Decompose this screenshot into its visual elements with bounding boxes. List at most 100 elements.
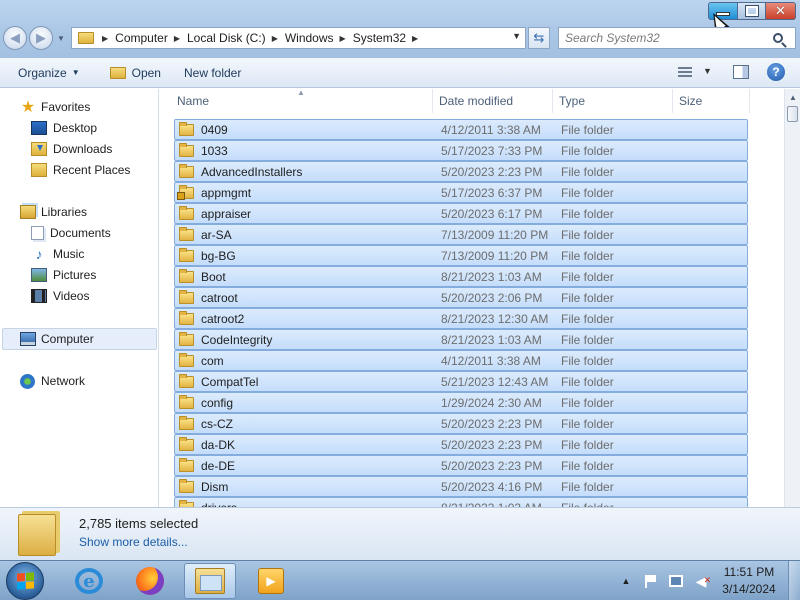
address-bar[interactable]: ▶ Computer ▶ Local Disk (C:) ▶ Windows ▶… [71, 27, 526, 49]
nav-videos[interactable]: Videos [31, 286, 89, 306]
file-list: ▲ Name Date modified Type Size 0409 4/12/… [160, 89, 784, 507]
help-icon[interactable]: ? [767, 63, 785, 81]
volume-muted-icon[interactable]: ◀ [693, 573, 711, 589]
show-hidden-icons-icon[interactable]: ▲ [618, 573, 634, 589]
chevron-right-icon[interactable]: ▶ [102, 34, 108, 43]
column-header-date[interactable]: Date modified [433, 89, 553, 113]
breadcrumb-windows[interactable]: Windows [285, 31, 334, 45]
table-row[interactable]: com 4/12/2011 3:38 AM File folder [174, 350, 748, 371]
folder-icon [179, 268, 194, 283]
vertical-scrollbar[interactable]: ▲ [784, 89, 800, 507]
breadcrumb-local-disk[interactable]: Local Disk (C:) [187, 31, 266, 45]
chevron-right-icon[interactable]: ▶ [340, 34, 346, 43]
breadcrumb-system32[interactable]: System32 [353, 31, 406, 45]
chevron-right-icon[interactable]: ▶ [272, 34, 278, 43]
file-date-modified: 5/20/2023 6:17 PM [441, 206, 543, 221]
view-options-dropdown[interactable]: ▼ [703, 66, 712, 76]
nav-downloads[interactable]: Downloads [31, 139, 112, 159]
close-button[interactable]: ✕ [766, 2, 796, 20]
chevron-right-icon[interactable]: ▶ [174, 34, 180, 43]
table-row[interactable]: CompatTel 5/21/2023 12:43 AM File folder [174, 371, 748, 392]
nav-libraries[interactable]: Libraries [20, 202, 87, 222]
taskbar-windows-explorer[interactable] [184, 563, 236, 599]
table-row[interactable]: catroot2 8/21/2023 12:30 AM File folder [174, 308, 748, 329]
folder-icon [179, 247, 194, 262]
new-folder-button[interactable]: New folder [184, 58, 241, 88]
folder-icon [179, 142, 194, 157]
column-header-size[interactable]: Size [673, 89, 750, 113]
nav-desktop[interactable]: Desktop [31, 118, 97, 138]
column-date-label: Date modified [439, 94, 514, 108]
taskbar-firefox[interactable] [124, 563, 176, 599]
nav-documents[interactable]: Documents [31, 223, 111, 243]
nav-music[interactable]: ♪ Music [31, 244, 85, 264]
column-name-label: Name [177, 94, 210, 108]
preview-pane-icon[interactable] [733, 65, 749, 79]
table-row[interactable]: drivers8/21/2023 1:03 AMFile folder [174, 497, 748, 507]
table-row[interactable]: AdvancedInstallers 5/20/2023 2:23 PM File … [174, 161, 748, 182]
file-type: File folder [561, 164, 614, 179]
table-row[interactable]: Dism 5/20/2023 4:16 PM File folder [174, 476, 748, 497]
address-dropdown-icon[interactable]: ▼ [512, 31, 521, 41]
taskbar-media-player[interactable]: ▶ [245, 563, 297, 599]
table-row[interactable]: da-DK 5/20/2023 2:23 PM File folder [174, 434, 748, 455]
nav-network[interactable]: Network [20, 371, 85, 391]
table-row[interactable]: de-DE 5/20/2023 2:23 PM File folder [174, 455, 748, 476]
open-folder-icon [109, 66, 126, 79]
folder-icon [179, 415, 194, 430]
file-name: Boot [201, 269, 226, 284]
organize-label: Organize [18, 65, 67, 80]
show-more-details-link[interactable]: Show more details... [79, 535, 188, 549]
nav-favorites[interactable]: ★ Favorites [20, 97, 91, 117]
change-view-icon[interactable] [678, 67, 692, 78]
table-row[interactable]: appmgmt 5/17/2023 6:37 PM File folder [174, 182, 748, 203]
table-row[interactable]: appraiser 5/20/2023 6:17 PM File folder [174, 203, 748, 224]
table-row[interactable]: config 1/29/2024 2:30 AM File folder [174, 392, 748, 413]
search-box[interactable] [558, 27, 796, 49]
breadcrumb-computer[interactable]: Computer [115, 31, 168, 45]
show-desktop-button[interactable] [788, 561, 800, 600]
recent-pages-dropdown[interactable]: ▼ [57, 34, 65, 43]
back-button[interactable]: ◀ [3, 26, 27, 50]
network-tray-icon[interactable] [668, 573, 684, 589]
table-row[interactable]: CodeIntegrity 8/21/2023 1:03 AM File folde… [174, 329, 748, 350]
organize-button[interactable]: Organize ▼ [18, 58, 80, 88]
table-row[interactable]: bg-BG 7/13/2009 11:20 PM File folder [174, 245, 748, 266]
scrollbar-thumb[interactable] [787, 106, 798, 122]
window-header: ✕ ◀ ▶ ▼ ▶ Computer ▶ Local Disk (C:) ▶ W… [0, 0, 800, 58]
table-row[interactable]: cs-CZ 5/20/2023 2:23 PM File folder [174, 413, 748, 434]
file-date-modified: 5/17/2023 7:33 PM [441, 143, 543, 158]
nav-pictures[interactable]: Pictures [31, 265, 96, 285]
forward-button[interactable]: ▶ [29, 26, 53, 50]
search-input[interactable] [559, 31, 769, 45]
folder-icon [179, 310, 194, 325]
table-row[interactable]: catroot 5/20/2023 2:06 PM File folder [174, 287, 748, 308]
table-row[interactable]: 0409 4/12/2011 3:38 AM File folder [174, 119, 748, 140]
file-date-modified: 5/21/2023 12:43 AM [441, 374, 549, 389]
nav-recent-places[interactable]: Recent Places [31, 160, 130, 180]
nav-videos-label: Videos [53, 289, 90, 303]
file-type: File folder [561, 353, 614, 368]
column-header-name[interactable]: ▲ Name [160, 89, 433, 113]
chevron-right-icon[interactable]: ▶ [412, 34, 418, 43]
search-icon[interactable] [773, 33, 783, 43]
file-name: de-DE [201, 458, 236, 473]
column-size-label: Size [679, 94, 703, 108]
system-clock[interactable]: 11:51 PM 3/14/2024 [718, 565, 780, 596]
maximize-button[interactable] [738, 2, 766, 20]
star-icon: ★ [20, 99, 36, 116]
taskbar-internet-explorer[interactable]: e [63, 563, 115, 599]
column-header-type[interactable]: Type [553, 89, 673, 113]
nav-pictures-label: Pictures [53, 268, 97, 282]
action-center-flag-icon[interactable] [643, 573, 659, 589]
start-button[interactable] [6, 562, 44, 600]
table-row[interactable]: ar-SA 7/13/2009 11:20 PM File folder [174, 224, 748, 245]
open-button[interactable]: Open [109, 58, 161, 88]
table-row[interactable]: Boot 8/21/2023 1:03 AM File folder [174, 266, 748, 287]
selected-count: 2,785 items selected [79, 516, 199, 531]
table-row[interactable]: 1033 5/17/2023 7:33 PM File folder [174, 140, 748, 161]
scroll-up-icon[interactable]: ▲ [785, 89, 800, 105]
refresh-button[interactable]: ⇆ [528, 27, 550, 49]
nav-computer[interactable]: Computer [20, 329, 94, 349]
music-icon: ♪ [35, 246, 43, 262]
